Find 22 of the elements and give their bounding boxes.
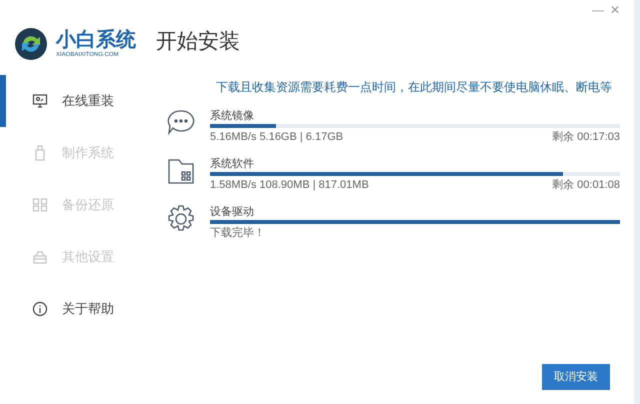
- sidebar-item[interactable]: 关于帮助: [0, 283, 150, 335]
- chat-bubble-icon: [166, 108, 196, 138]
- download-name: 系统镜像: [210, 108, 255, 124]
- sidebar-item[interactable]: 在线重装: [0, 75, 150, 127]
- download-status: 下载完毕！: [210, 226, 265, 241]
- download-name: 系统软件: [210, 156, 255, 172]
- download-status: 1.58MB/s 108.90MB | 817.01MB: [210, 178, 369, 193]
- cancel-install-button[interactable]: 取消安装: [542, 364, 610, 390]
- download-name: 设备驱动: [210, 205, 255, 220]
- time-remaining: 剩余 00:17:03: [552, 130, 620, 145]
- download-status: 5.16MB/s 5.16GB | 6.17GB: [210, 130, 344, 145]
- info-icon: [32, 301, 48, 317]
- grid-icon: [32, 197, 48, 213]
- close-button[interactable]: ✕: [610, 1, 620, 19]
- time-remaining: 剩余 00:01:08: [552, 178, 620, 193]
- page-title: 开始安装: [155, 29, 241, 55]
- logo-icon: [14, 27, 48, 61]
- monitor-icon: [32, 93, 48, 109]
- logo-name: 小白系统: [56, 29, 136, 51]
- minimize-button[interactable]: —: [592, 1, 604, 19]
- box-icon: [32, 249, 48, 265]
- notice-text: 下载且收集资源需要耗费一点时间，在此期间尽量不要使电脑休眠、断电等: [215, 79, 613, 96]
